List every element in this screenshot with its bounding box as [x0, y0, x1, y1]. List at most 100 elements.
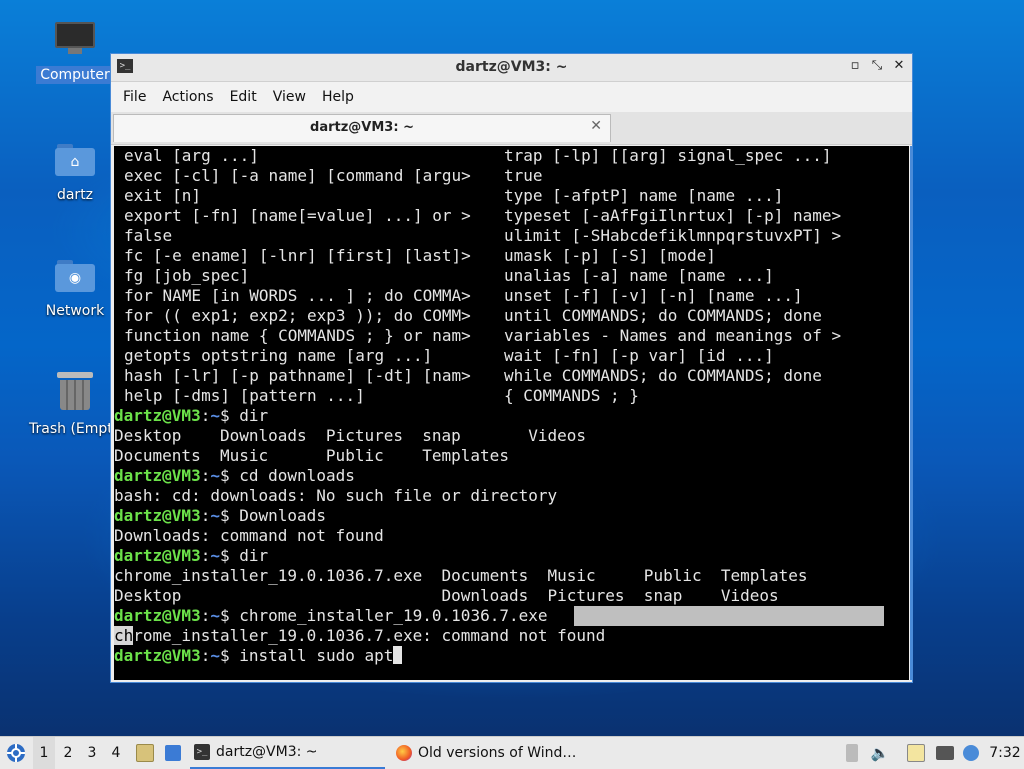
- menu-bar: File Actions Edit View Help: [111, 82, 912, 112]
- command-text: dir: [239, 546, 269, 565]
- task-firefox[interactable]: Old versions of Wind…: [392, 737, 596, 769]
- terminal-line: dartz@VM3:~$ chrome_installer_19.0.1036.…: [114, 606, 909, 626]
- prompt-path: ~: [210, 606, 220, 625]
- taskbar: 1 2 3 4 >_ dartz@VM3: ~ Old versions of …: [0, 736, 1024, 769]
- help-entry-left: fg [job_spec]: [124, 266, 250, 285]
- tab-bar: dartz@VM3: ~ ✕: [111, 112, 912, 145]
- terminal-line: dartz@VM3:~$ cd downloads: [114, 466, 909, 486]
- prompt-dollar: $: [219, 606, 240, 625]
- terminal-window[interactable]: >_ dartz@VM3: ~ ▫ ⤡ ✕ File Actions Edit …: [110, 53, 913, 683]
- help-row: fc [-e ename] [-lnr] [first] [last]> umas…: [114, 246, 909, 266]
- window-title: dartz@VM3: ~: [455, 59, 568, 75]
- terminal-line: bash: cd: downloads: No such file or dir…: [114, 486, 909, 506]
- clipboard-button[interactable]: [906, 737, 926, 769]
- tab-label: dartz@VM3: ~: [310, 120, 414, 135]
- text-selection: [574, 606, 884, 626]
- command-text: cd downloads: [239, 466, 355, 485]
- command-input[interactable]: install sudo apt: [239, 646, 393, 665]
- help-entry-left: export [-fn] [name[=value] ...] or >: [124, 206, 471, 225]
- terminal-line: chrome_installer_19.0.1036.7.exe Documen…: [114, 566, 909, 586]
- command-text: chrome_installer_19.0.1036.7.exe: [239, 606, 548, 625]
- tab-terminal[interactable]: dartz@VM3: ~ ✕: [113, 114, 611, 142]
- help-entry-left: eval [arg ...]: [124, 146, 259, 165]
- terminal-output[interactable]: eval [arg ...] trap [-lp] [[arg] signal_s…: [114, 146, 909, 680]
- terminal-icon: >_: [194, 744, 210, 760]
- window-titlebar[interactable]: >_ dartz@VM3: ~ ▫ ⤡ ✕: [111, 54, 912, 82]
- menu-view[interactable]: View: [265, 89, 314, 105]
- desktop-icon: [165, 745, 181, 761]
- help-entry-right: unalias [-a] name [name ...]: [504, 266, 774, 285]
- notification-icon: [963, 745, 979, 761]
- help-entry-right: typeset [-aAfFgiIlnrtux] [-p] name>: [504, 206, 842, 225]
- desktop-icon-label: Computer: [36, 66, 114, 84]
- workspace-1[interactable]: 1: [33, 737, 55, 769]
- file-manager-launcher[interactable]: [134, 737, 156, 769]
- menu-file[interactable]: File: [115, 89, 154, 105]
- help-entry-right: unset [-f] [-v] [-n] [name ...]: [504, 286, 803, 305]
- output-text: bash: cd: downloads: No such file or dir…: [114, 486, 558, 505]
- task-label: dartz@VM3: ~: [216, 744, 318, 760]
- output-text: Desktop Downloads Pictures snap Videos: [114, 426, 587, 445]
- folder-icon: [136, 744, 154, 762]
- home-folder-icon: ⌂: [55, 142, 95, 176]
- tray-scroll-up[interactable]: [844, 737, 860, 769]
- prompt-dollar: $: [219, 506, 240, 525]
- selected-text: ch: [114, 626, 134, 645]
- help-row: for NAME [in WORDS ... ] ; do COMMA> unse…: [114, 286, 909, 306]
- workspace-4[interactable]: 4: [105, 737, 127, 769]
- workspace-2[interactable]: 2: [57, 737, 79, 769]
- text-cursor: [393, 646, 403, 664]
- task-label: Old versions of Wind…: [418, 745, 577, 761]
- help-entry-right: until COMMANDS; do COMMANDS; done: [504, 306, 822, 325]
- help-row: for (( exp1; exp2; exp3 )); do COMM> unti…: [114, 306, 909, 326]
- prompt-user: dartz@VM3: [114, 466, 201, 485]
- clock[interactable]: 7:32: [988, 737, 1022, 769]
- prompt-dollar: $: [219, 466, 240, 485]
- terminal-line: Documents Music Public Templates: [114, 446, 909, 466]
- volume-icon: 🔈: [870, 744, 890, 762]
- workspace-3[interactable]: 3: [81, 737, 103, 769]
- terminal-line: Desktop Downloads Pictures snap Videos: [114, 426, 909, 446]
- terminal-line: dartz@VM3:~$ install sudo apt: [114, 646, 909, 666]
- prompt-sep: :: [200, 606, 211, 625]
- maximize-button[interactable]: ⤡: [870, 58, 884, 74]
- help-entry-right: type [-afptP] name [name ...]: [504, 186, 784, 205]
- prompt-sep: :: [200, 406, 211, 425]
- command-text: dir: [239, 406, 269, 425]
- network-button[interactable]: [934, 737, 956, 769]
- scrollbar[interactable]: [910, 146, 912, 680]
- start-menu-button[interactable]: [4, 737, 28, 769]
- terminal-line: dartz@VM3:~$ dir: [114, 406, 909, 426]
- close-button[interactable]: ✕: [892, 58, 906, 74]
- notifications-button[interactable]: [962, 737, 980, 769]
- terminal-line: Desktop Downloads Pictures snap Videos: [114, 586, 909, 606]
- menu-edit[interactable]: Edit: [222, 89, 265, 105]
- minimize-button[interactable]: ▫: [848, 58, 862, 74]
- prompt-path: ~: [210, 646, 220, 665]
- help-entry-right: ulimit [-SHabcdefiklmnpqrstuvxPT] >: [504, 226, 842, 245]
- help-row: hash [-lr] [-p pathname] [-dt] [nam> whil…: [114, 366, 909, 386]
- output-text: Documents Music Public Templates: [114, 446, 509, 465]
- menu-help[interactable]: Help: [314, 89, 362, 105]
- trash-icon: [57, 372, 93, 410]
- help-entry-right: { COMMANDS ; }: [504, 386, 639, 405]
- help-entry-left: function name { COMMANDS ; } or nam>: [124, 326, 471, 345]
- command-text: Downloads: [239, 506, 326, 525]
- help-row: false ulimit [-SHabcdefiklmnpqrstuvxPT] >: [114, 226, 909, 246]
- firefox-icon: [396, 745, 412, 761]
- help-entry-right: true: [504, 166, 543, 185]
- show-desktop-button[interactable]: [162, 737, 184, 769]
- menu-actions[interactable]: Actions: [154, 89, 221, 105]
- clipboard-icon: [907, 744, 925, 762]
- prompt-dollar: $: [219, 406, 240, 425]
- prompt-user: dartz@VM3: [114, 406, 201, 425]
- task-terminal[interactable]: >_ dartz@VM3: ~: [190, 737, 385, 769]
- terminal-line: chrome_installer_19.0.1036.7.exe: comman…: [114, 626, 909, 646]
- prompt-sep: :: [200, 646, 211, 665]
- tab-close-icon[interactable]: ✕: [590, 118, 602, 134]
- network-icon: [936, 746, 954, 760]
- prompt-path: ~: [210, 506, 220, 525]
- volume-button[interactable]: 🔈: [870, 737, 890, 769]
- terminal-line: Downloads: command not found: [114, 526, 909, 546]
- terminal-line: dartz@VM3:~$ dir: [114, 546, 909, 566]
